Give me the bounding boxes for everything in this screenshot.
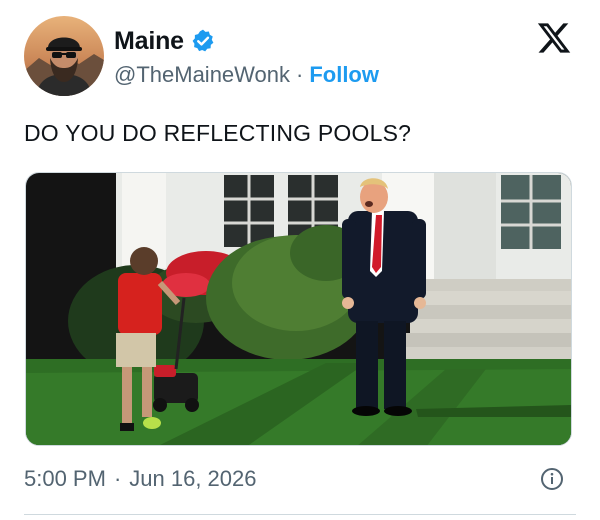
timestamp-separator: · — [113, 466, 122, 491]
avatar-image — [24, 16, 104, 96]
tweet-time: 5:00 PM — [24, 466, 106, 491]
author-handle-row: @TheMaineWonk · Follow — [114, 60, 379, 90]
author-display-name[interactable]: Maine — [114, 27, 184, 56]
tweet-media-image[interactable] — [25, 172, 572, 446]
tweet-timestamp[interactable]: 5:00 PM · Jun 16, 2026 — [24, 464, 257, 494]
tweet-text: DO YOU DO REFLECTING POOLS? — [24, 120, 412, 146]
author-handle[interactable]: @TheMaineWonk — [114, 62, 290, 88]
handle-separator: · — [296, 62, 304, 87]
tweet-card: Maine @TheMaineWonk · Follow DO YOU DO R… — [0, 0, 600, 520]
footer-divider — [24, 514, 576, 515]
verified-badge-icon — [190, 28, 216, 54]
avatar[interactable] — [24, 16, 104, 96]
info-icon[interactable] — [540, 467, 564, 491]
follow-button[interactable]: Follow — [309, 62, 379, 88]
x-logo-icon[interactable] — [536, 20, 572, 56]
tweet-date: Jun 16, 2026 — [129, 466, 257, 491]
author-name-row: Maine — [114, 24, 216, 58]
